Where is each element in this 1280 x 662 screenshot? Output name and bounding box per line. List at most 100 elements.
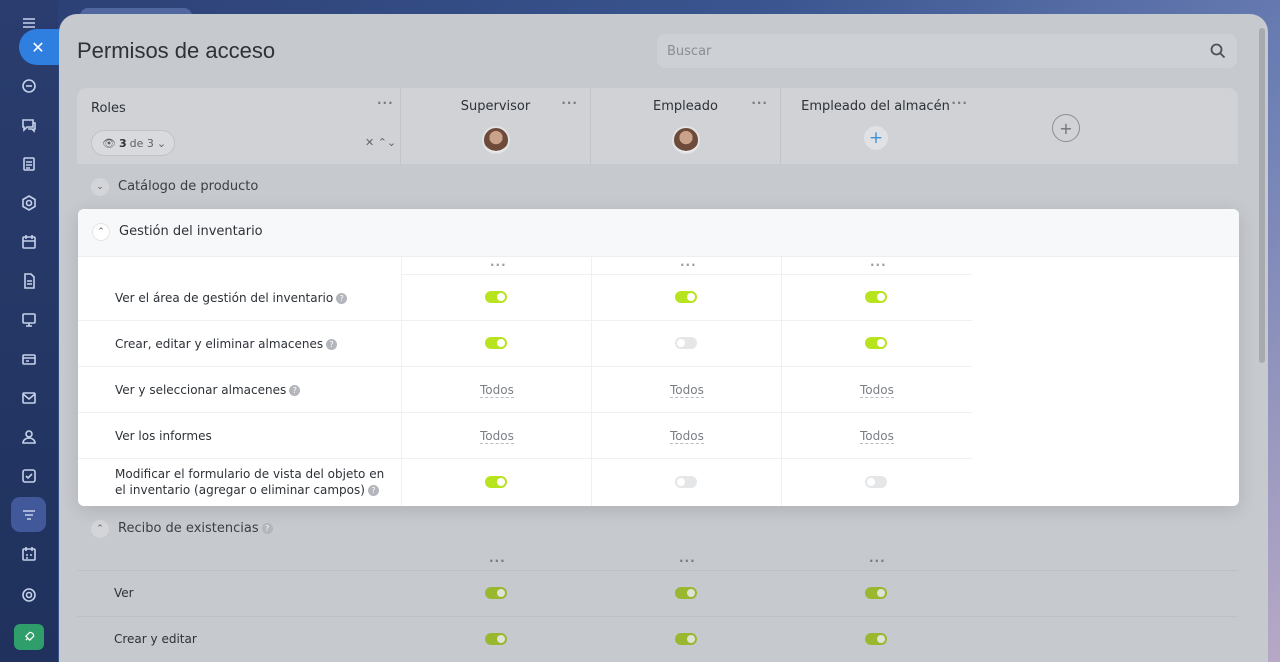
employees-icon[interactable] — [18, 426, 40, 448]
help-icon[interactable]: ? — [289, 385, 301, 396]
role-more-icon[interactable]: ··· — [561, 96, 578, 110]
collapse-expand-icon[interactable]: ✕ ⌃⌄ — [365, 136, 396, 149]
role-column-empleado: Empleado ··· — [590, 88, 780, 164]
scope-dropdown[interactable]: Todos — [480, 429, 514, 444]
permission-toggle[interactable] — [865, 476, 887, 488]
row-label: Ver los informes — [115, 429, 212, 443]
calendar-icon[interactable] — [18, 231, 40, 253]
row-label-text: Crear, editar y eliminar almacenes — [115, 337, 324, 351]
permission-cell — [591, 459, 781, 506]
schedule-icon[interactable] — [18, 543, 40, 565]
permission-cell: Todos — [401, 367, 591, 413]
permission-toggle[interactable] — [675, 633, 697, 645]
permission-toggle[interactable] — [865, 587, 887, 599]
column-cell: ··· — [591, 257, 781, 275]
section-catalog[interactable]: ⌄ Catálogo de producto — [77, 164, 1238, 210]
column-cell: ··· — [781, 257, 971, 275]
avatar[interactable] — [672, 126, 700, 154]
permission-cell — [401, 459, 591, 506]
help-icon[interactable]: ? — [326, 339, 338, 350]
roles-more-icon[interactable]: ··· — [377, 96, 394, 110]
filter-of: de 3 — [129, 136, 154, 150]
mail-icon[interactable] — [18, 387, 40, 409]
plus-icon: + — [868, 128, 884, 148]
crm-icon[interactable] — [18, 192, 40, 214]
row-label-line1: Modificar el formulario de vista del obj… — [115, 467, 385, 481]
boards-icon[interactable] — [18, 309, 40, 331]
row-label: Modificar el formulario de vista del obj… — [115, 466, 384, 498]
column-more-icon[interactable]: ··· — [870, 258, 887, 272]
permission-cell — [781, 459, 971, 506]
search-bar — [657, 34, 1237, 68]
eye-icon: 👁 — [102, 136, 116, 150]
checklist-icon[interactable] — [18, 465, 40, 487]
column-more-icon[interactable]: ··· — [489, 554, 506, 568]
search-input[interactable] — [657, 34, 1237, 68]
help-icon[interactable]: ? — [261, 523, 273, 534]
close-icon: ✕ — [31, 37, 45, 57]
tasks-icon[interactable] — [18, 153, 40, 175]
section-label-text: Recibo de existencias — [118, 521, 259, 536]
rocket-icon[interactable] — [14, 624, 44, 650]
role-name: Empleado del almacén — [801, 99, 950, 114]
permission-toggle[interactable] — [485, 476, 507, 488]
permission-toggle[interactable] — [485, 291, 507, 303]
role-more-icon[interactable]: ··· — [751, 96, 768, 110]
chevron-up-icon[interactable]: ⌃ — [92, 223, 110, 241]
column-more-icon[interactable]: ··· — [679, 554, 696, 568]
scope-dropdown[interactable]: Todos — [670, 383, 704, 398]
filter-count: 3 — [118, 136, 127, 150]
section-label: Recibo de existencias? — [118, 521, 273, 536]
permission-cell: Todos — [591, 367, 781, 413]
permission-toggle[interactable] — [675, 587, 697, 599]
permission-toggle[interactable] — [675, 337, 697, 349]
section-inventory-header[interactable]: ⌃ Gestión del inventario — [78, 209, 1239, 257]
search-icon[interactable] — [1209, 42, 1227, 60]
row-label: Crear, editar y eliminar almacenes? — [115, 336, 338, 352]
add-role-button[interactable]: + — [1052, 114, 1080, 142]
row-label-text: Ver el área de gestión del inventario — [115, 291, 334, 305]
scope-dropdown[interactable]: Todos — [860, 429, 894, 444]
close-button[interactable]: ✕ — [19, 29, 59, 65]
roles-header: Roles ··· 👁 3 de 3 ⌄ ✕ ⌃⌄ Supervisor ···… — [77, 88, 1238, 164]
documents-icon[interactable] — [18, 270, 40, 292]
chevron-down-icon: ⌄ — [156, 136, 167, 150]
permission-toggle[interactable] — [865, 291, 887, 303]
permission-toggle[interactable] — [675, 476, 697, 488]
section-receipt[interactable]: ⌃ Recibo de existencias? — [77, 506, 1238, 552]
chat-icon[interactable] — [18, 114, 40, 136]
column-more-icon[interactable]: ··· — [490, 258, 507, 272]
role-filter-pill[interactable]: 👁 3 de 3 ⌄ — [91, 130, 175, 156]
add-user-button[interactable]: + — [864, 126, 888, 150]
store-icon[interactable] — [18, 348, 40, 370]
permission-toggle[interactable] — [865, 337, 887, 349]
scope-dropdown[interactable]: Todos — [480, 383, 514, 398]
scope-dropdown[interactable]: Todos — [860, 383, 894, 398]
section-label: Catálogo de producto — [118, 179, 259, 194]
permission-toggle[interactable] — [485, 633, 507, 645]
chevron-up-icon[interactable]: ⌃ — [91, 520, 109, 538]
inventory-icon[interactable] — [18, 504, 40, 526]
permission-cell: Todos — [781, 413, 971, 459]
feed-icon[interactable] — [18, 75, 40, 97]
permission-toggle[interactable] — [865, 633, 887, 645]
scope-dropdown[interactable]: Todos — [670, 429, 704, 444]
permission-toggle[interactable] — [675, 291, 697, 303]
scrollbar[interactable] — [1259, 28, 1265, 363]
section-inventory: ⌃ Gestión del inventario ··· ··· ··· Ver… — [78, 209, 1239, 506]
column-more-icon[interactable]: ··· — [680, 258, 697, 272]
avatar[interactable] — [482, 126, 510, 154]
plus-icon: + — [1059, 118, 1073, 138]
role-column-empleado-almacen: Empleado del almacén ··· + — [780, 88, 970, 164]
permission-cell — [781, 275, 971, 321]
help-icon[interactable]: ? — [336, 293, 348, 304]
chevron-down-icon[interactable]: ⌄ — [91, 178, 109, 196]
section-label: Gestión del inventario — [119, 224, 263, 239]
row-label: Ver — [114, 586, 134, 600]
permission-toggle[interactable] — [485, 337, 507, 349]
settings-icon[interactable] — [18, 584, 40, 606]
role-more-icon[interactable]: ··· — [951, 96, 968, 110]
column-more-icon[interactable]: ··· — [869, 554, 886, 568]
permission-toggle[interactable] — [485, 587, 507, 599]
help-icon[interactable]: ? — [367, 485, 379, 496]
